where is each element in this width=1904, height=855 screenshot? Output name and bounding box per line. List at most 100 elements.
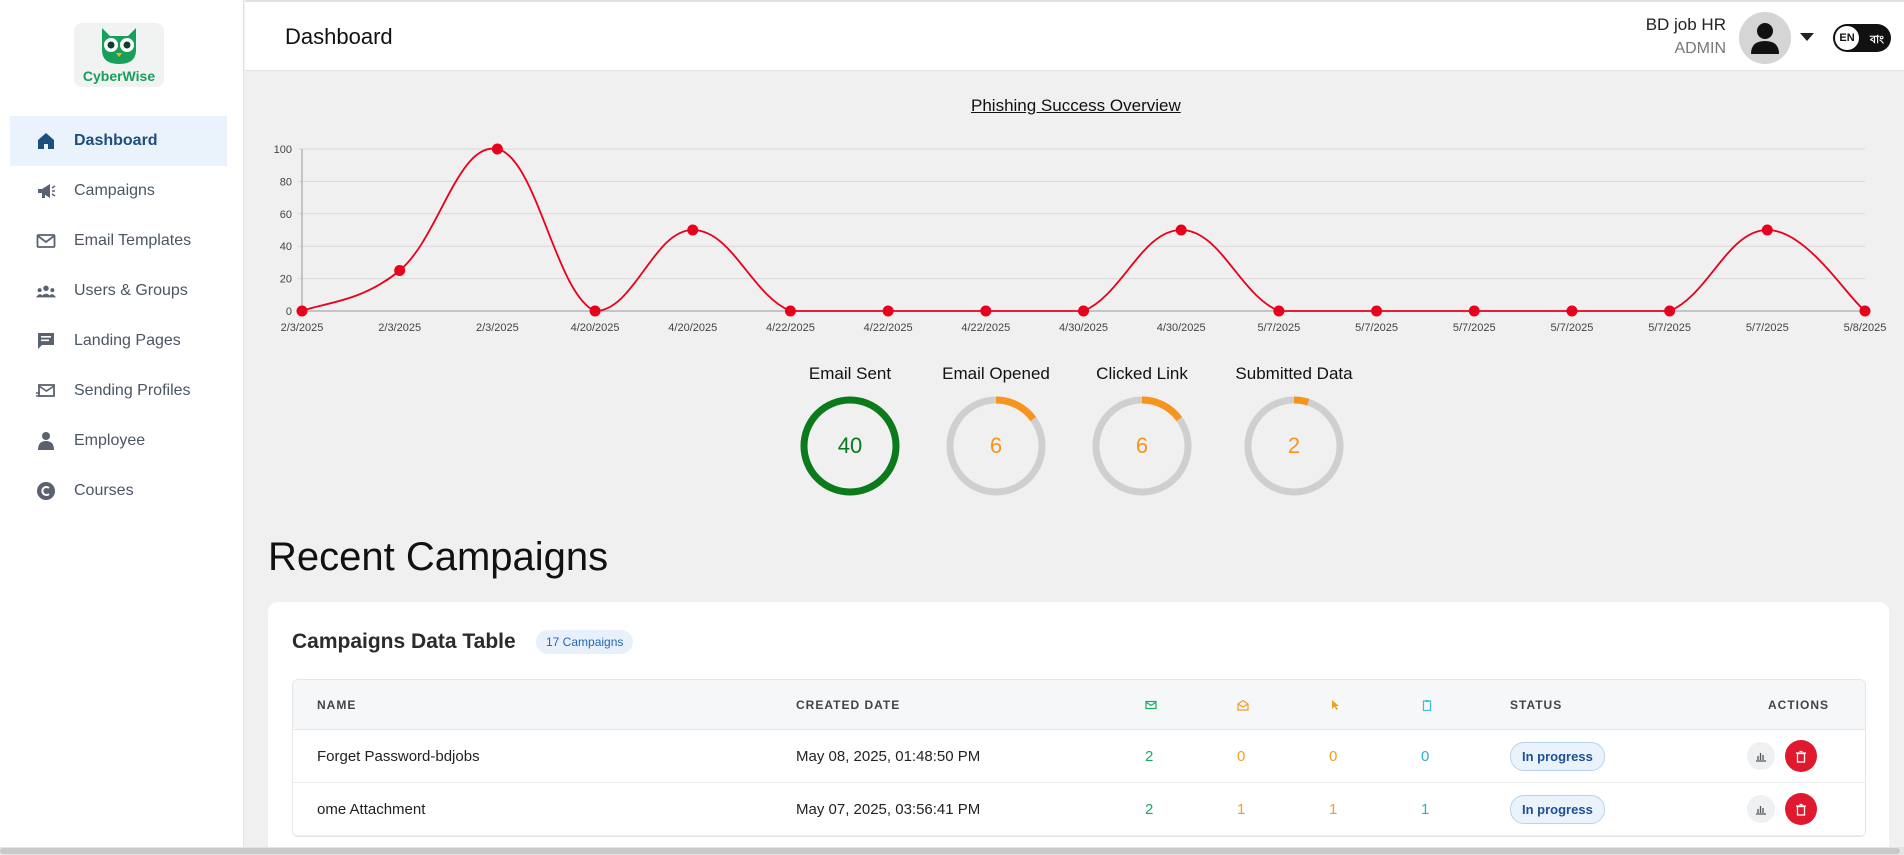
bar-chart-icon [1756,753,1766,762]
stat-label: Clicked Link [1096,364,1188,383]
data-point[interactable] [491,143,503,155]
x-tick-label: 5/8/2025 [1844,322,1887,334]
x-tick-label: 4/22/2025 [766,322,815,334]
col-status[interactable]: STATUS [1510,698,1562,712]
campaign-count-badge: 17 Campaigns [536,630,634,654]
campaign-opened-count: 0 [1237,747,1246,765]
stat-value: 6 [1135,433,1149,458]
stat-submitted-data: Submitted Data 2 [1214,364,1374,498]
stats-row: Email Sent 40 Email Opened 6 Clicked Lin… [0,364,1904,504]
campaign-name[interactable]: ome Attachment [317,801,425,818]
x-tick-label: 5/7/2025 [1648,322,1691,334]
sidebar-item-label: Campaigns [74,182,155,199]
phishing-success-chart: 0 20 40 60 80 100 2/3/2025 2/3/2025 2/3/2025 4/20… [274,143,1887,334]
campaign-sent-count: 2 [1145,747,1154,765]
x-tick-label: 4/22/2025 [864,322,913,334]
data-point[interactable] [882,305,894,317]
x-tick-label: 4/20/2025 [668,322,717,334]
top-bar: Dashboard BD job HR ADMIN EN বাং [245,0,1904,71]
x-tick-label: 4/22/2025 [961,322,1010,334]
report-button[interactable] [1747,795,1775,823]
series-line [301,147,1866,312]
campaign-created-date: May 08, 2025, 01:48:50 PM [796,747,981,765]
data-point[interactable] [1175,224,1187,236]
avatar[interactable] [1739,12,1791,64]
stat-value: 40 [837,433,863,458]
x-tick-label: 5/7/2025 [1746,322,1789,334]
bar-chart-icon [1756,806,1766,815]
col-name[interactable]: NAME [317,698,356,712]
status-badge-wrap: In progress [1510,794,1605,824]
y-tick-label: 60 [280,209,292,221]
sidebar-item-email-templates[interactable]: Email Templates [10,216,227,266]
delete-button[interactable] [1785,740,1817,772]
user-menu-caret-icon[interactable] [1800,33,1814,41]
data-point[interactable] [1273,305,1285,317]
row-actions [1747,740,1817,772]
stat-email-opened: Email Opened 6 [916,364,1076,498]
data-point[interactable] [687,224,699,236]
horizontal-scrollbar[interactable] [0,847,1904,855]
data-point[interactable] [589,305,601,317]
cursor-icon [1329,698,1341,716]
mail-open-icon [1237,698,1249,716]
sidebar-item-landing-pages[interactable]: Landing Pages [10,316,227,366]
sidebar-item-label: Dashboard [74,132,158,149]
delete-button[interactable] [1785,793,1817,825]
sidebar-item-campaigns[interactable]: Campaigns [10,166,227,216]
status-badge-wrap: In progress [1510,741,1605,771]
data-point[interactable] [1664,305,1676,317]
clipboard-icon [1421,698,1433,716]
sidebar-item-label: Email Templates [74,232,192,249]
stat-email-sent: Email Sent 40 [770,364,930,498]
report-button[interactable] [1747,742,1775,770]
data-point[interactable] [784,305,796,317]
home-icon [36,131,56,151]
mail-icon [1145,698,1157,716]
lang-bn-label: বাং [1869,34,1884,46]
sidebar-item-dashboard[interactable]: Dashboard [10,116,227,166]
col-created-date[interactable]: CREATED DATE [796,698,900,712]
data-point[interactable] [980,305,992,317]
x-tick-label: 4/30/2025 [1157,322,1206,334]
users-icon [36,281,56,301]
x-tick-label: 5/7/2025 [1355,322,1398,334]
campaign-name[interactable]: Forget Password-bdjobs [317,748,480,765]
table-row[interactable]: ome Attachment May 07, 2025, 03:56:41 PM… [293,783,1865,836]
recent-campaigns-title: Recent Campaigns [268,535,609,579]
brand-name: CyberWise [82,68,156,84]
sidebar-item-label: Landing Pages [74,332,181,349]
data-point[interactable] [1468,305,1480,317]
data-point[interactable] [394,265,406,276]
stat-label: Email Sent [808,364,892,383]
stat-value: 2 [1287,433,1301,458]
table-title: Campaigns Data Table [292,630,516,653]
user-role: ADMIN [1674,40,1726,57]
data-point[interactable] [1761,224,1773,236]
data-point[interactable] [1859,305,1871,317]
mail-icon [36,231,56,251]
data-point[interactable] [296,305,308,317]
owl-logo-icon [102,28,136,64]
data-point[interactable] [1371,305,1383,317]
megaphone-icon [36,181,56,201]
x-tick-label: 5/7/2025 [1453,322,1496,334]
brand-logo[interactable]: CyberWise [74,23,164,87]
x-tick-label: 2/3/2025 [281,322,324,334]
stat-clicked-link: Clicked Link 6 [1062,364,1222,498]
table-row[interactable]: Forget Password-bdjobs May 08, 2025, 01:… [293,730,1865,783]
data-point[interactable] [1078,305,1089,317]
sidebar-item-users-groups[interactable]: Users & Groups [10,266,227,316]
campaigns-card: Campaigns Data Table 17 Campaigns NAME C… [268,602,1889,855]
col-actions: ACTIONS [1768,697,1829,712]
campaign-sent-count: 2 [1145,800,1154,818]
x-tick-label: 5/7/2025 [1551,322,1594,334]
y-tick-label: 100 [274,144,292,156]
campaign-submitted-count: 0 [1421,747,1430,765]
scrollbar-thumb[interactable] [0,848,1900,854]
stat-ring: 40 [798,394,902,498]
language-toggle[interactable]: EN বাং [1833,24,1891,52]
data-point[interactable] [1566,305,1578,317]
lang-en-label: EN [1835,26,1859,50]
trash-icon [1796,803,1806,816]
